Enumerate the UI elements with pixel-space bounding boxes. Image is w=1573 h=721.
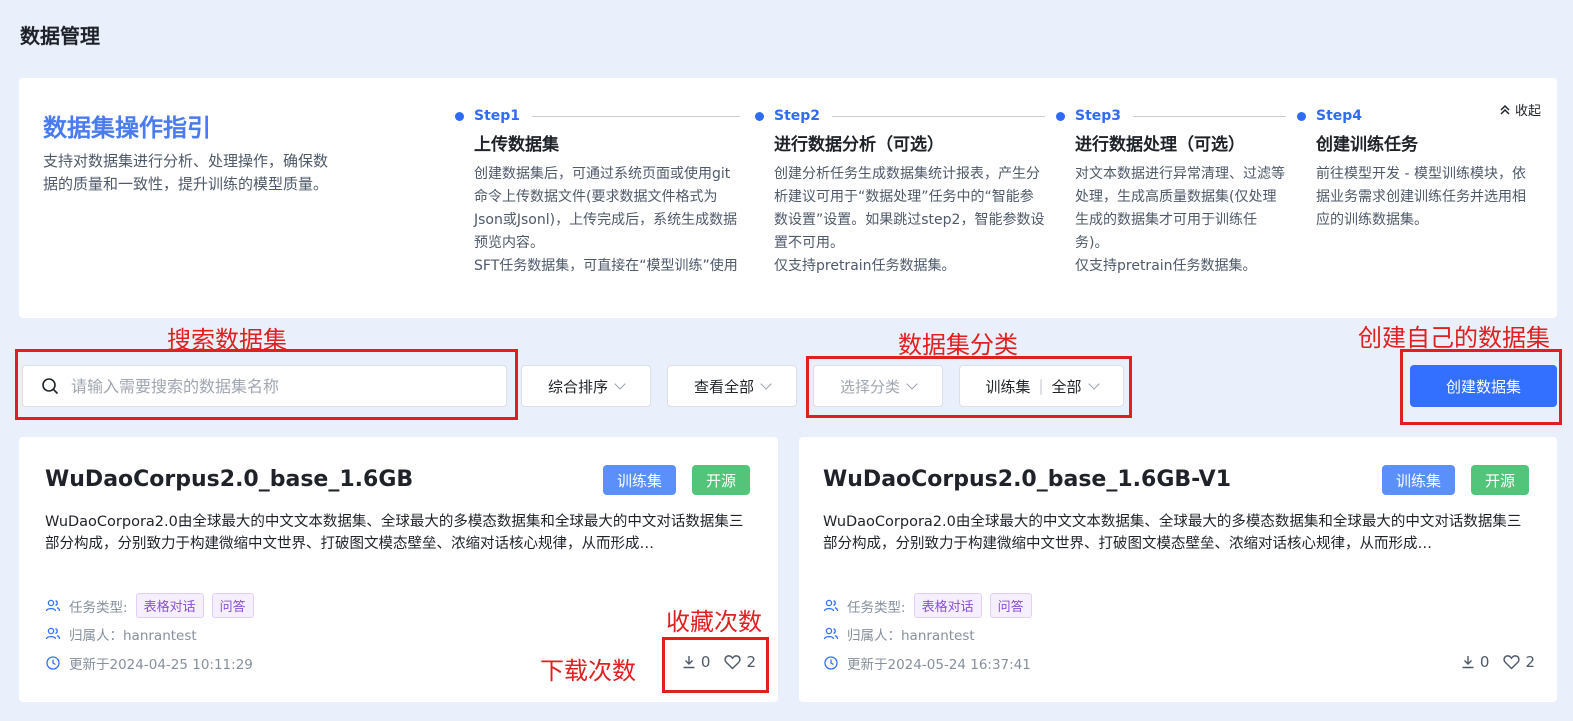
step-title: 创建训练任务 — [1316, 135, 1418, 155]
users-icon — [823, 627, 839, 640]
owner-row: 归属人：hanrantest — [45, 624, 197, 644]
step-label: Step1 — [474, 108, 521, 124]
sort-dropdown[interactable]: 综合排序 — [521, 365, 651, 407]
clock-icon — [46, 656, 60, 670]
users-icon — [45, 627, 61, 640]
like-count-value: 2 — [1525, 653, 1535, 671]
task-type-label: 任务类型: — [69, 599, 128, 616]
download-count-value: 0 — [1479, 653, 1490, 671]
view-dropdown[interactable]: 查看全部 — [667, 365, 797, 407]
owner-text: 归属人：hanrantest — [69, 628, 197, 644]
dataset-title[interactable]: WuDaoCorpus2.0_base_1.6GB-V1 — [823, 467, 1231, 492]
annotation-search-box — [15, 349, 518, 420]
step-text: 创建分析任务生成数据集统计报表，产生分析建议可用于“数据处理”任务中的“智能参数… — [774, 166, 1045, 251]
annotation-create-label: 创建自己的数据集 — [1358, 324, 1550, 352]
step-label: Step4 — [1316, 108, 1363, 124]
tag-type: 训练集 — [603, 465, 677, 495]
users-icon — [45, 599, 61, 611]
step-title: 上传数据集 — [474, 135, 559, 155]
page-title: 数据管理 — [20, 24, 100, 48]
annotation-stats-box — [662, 637, 769, 693]
task-tag: 问答 — [211, 593, 254, 618]
step-text: SFT任务数据集，可直接在“模型训练”使用 — [474, 258, 738, 274]
step-title: 进行数据处理（可选） — [1075, 135, 1245, 155]
sort-label: 综合排序 — [547, 377, 608, 396]
annotation-category-label: 数据集分类 — [898, 331, 1018, 359]
heart-icon — [1503, 655, 1521, 670]
updated-row: 更新于2024-04-25 10:11:29 — [45, 653, 253, 673]
like-count[interactable]: 2 — [1503, 653, 1535, 671]
updated-row: 更新于2024-05-24 16:37:41 — [823, 653, 1031, 673]
step-text: 创建数据集后，可通过系统页面或使用git命令上传数据文件(要求数据文件格式为Js… — [474, 166, 738, 251]
dataset-description: WuDaoCorpora2.0由全球最大的中文文本数据集、全球最大的多模态数据集… — [823, 514, 1522, 552]
tag-type: 训练集 — [1382, 465, 1456, 495]
step-line — [532, 115, 740, 117]
chevron-down-icon — [760, 378, 772, 390]
task-tag: 问答 — [989, 593, 1032, 618]
tag-license: 开源 — [692, 465, 751, 495]
annotation-create-box — [1400, 349, 1562, 425]
dataset-title[interactable]: WuDaoCorpus2.0_base_1.6GB — [45, 467, 413, 492]
task-type-row: 任务类型: 表格对话 问答 — [45, 593, 254, 618]
step-text: 前往模型开发 - 模型训练模块，依据业务需求创建训练任务并选用相应的训练数据集。 — [1316, 166, 1526, 228]
step-text: 仅支持pretrain任务数据集。 — [1075, 258, 1257, 274]
step-label: Step2 — [774, 108, 821, 124]
updated-text: 更新于2024-04-25 10:11:29 — [69, 657, 253, 673]
guide-panel: 数据集操作指引 支持对数据集进行分析、处理操作，确保数据的质量和一致性，提升训练… — [19, 78, 1557, 318]
guide-title: 数据集操作指引 — [43, 114, 211, 142]
step-dot — [1297, 111, 1306, 121]
download-count[interactable]: 0 — [1461, 653, 1490, 671]
owner-text: 归属人：hanrantest — [847, 628, 975, 644]
card-stats: 0 2 — [1461, 653, 1535, 671]
step-label: Step3 — [1075, 108, 1122, 124]
annotation-category-box — [806, 356, 1132, 418]
step-title: 进行数据分析（可选） — [774, 135, 944, 155]
dataset-card[interactable]: WuDaoCorpus2.0_base_1.6GB-V1 训练集 开源 WuDa… — [799, 437, 1557, 702]
step-line — [832, 115, 1045, 117]
view-label: 查看全部 — [693, 377, 754, 396]
dataset-description: WuDaoCorpora2.0由全球最大的中文文本数据集、全球最大的多模态数据集… — [45, 514, 744, 552]
clock-icon — [824, 656, 838, 670]
task-tag: 表格对话 — [135, 593, 204, 618]
download-icon — [1462, 656, 1474, 669]
guide-description: 支持对数据集进行分析、处理操作，确保数据的质量和一致性，提升训练的模型质量。 — [43, 152, 329, 193]
updated-text: 更新于2024-05-24 16:37:41 — [847, 657, 1031, 673]
guide-step-1: Step1 上传数据集 创建数据集后，可通过系统页面或使用git命令上传数据文件… — [455, 108, 740, 278]
step-line — [1133, 115, 1286, 117]
task-type-row: 任务类型: 表格对话 问答 — [823, 593, 1032, 618]
step-dot — [755, 111, 764, 121]
step-dot — [1056, 111, 1065, 121]
step-dot — [455, 111, 464, 121]
annotation-favorites-label: 收藏次数 — [666, 608, 762, 636]
guide-step-4: Step4 创建训练任务 前往模型开发 - 模型训练模块，依据业务需求创建训练任… — [1297, 108, 1527, 232]
tag-license: 开源 — [1471, 465, 1530, 495]
guide-step-3: Step3 进行数据处理（可选） 对文本数据进行异常清理、过滤等处理，生成高质量… — [1056, 108, 1286, 278]
chevron-down-icon — [614, 378, 626, 390]
guide-step-2: Step2 进行数据分析（可选） 创建分析任务生成数据集统计报表，产生分析建议可… — [755, 108, 1045, 278]
step-text: 仅支持pretrain任务数据集。 — [774, 258, 956, 274]
annotation-downloads-label: 下载次数 — [540, 657, 636, 685]
task-tag: 表格对话 — [913, 593, 982, 618]
users-icon — [823, 599, 839, 611]
owner-row: 归属人：hanrantest — [823, 624, 975, 644]
step-text: 对文本数据进行异常清理、过滤等处理，生成高质量数据集(仅处理生成的数据集才可用于… — [1075, 166, 1285, 251]
task-type-label: 任务类型: — [847, 599, 906, 616]
